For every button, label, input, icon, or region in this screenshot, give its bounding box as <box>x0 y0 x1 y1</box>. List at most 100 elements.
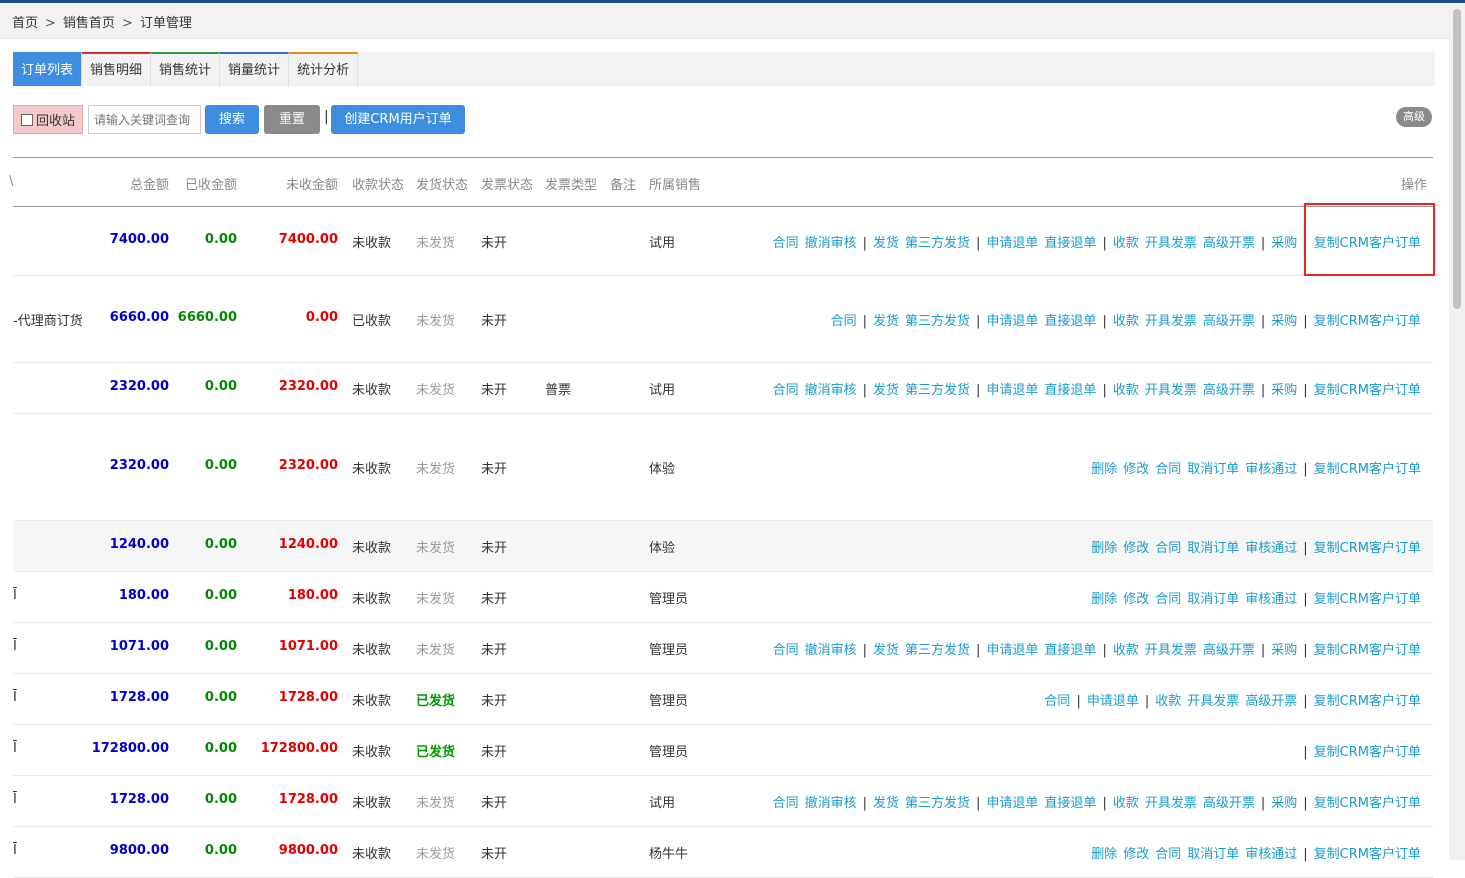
copy-crm-order-link[interactable]: 复制CRM客户订单 <box>1314 462 1421 477</box>
direct-refund-link[interactable]: 直接退单 <box>1044 236 1096 251</box>
ship-status-cell: 已发货 <box>416 694 456 709</box>
advanced-invoice-link[interactable]: 高级开票 <box>1203 643 1255 658</box>
create-crm-order-button[interactable]: 创建CRM用户订单 <box>331 105 465 134</box>
revoke-review-link[interactable]: 撤消审核 <box>805 643 857 658</box>
contract-link[interactable]: 合同 <box>773 236 799 251</box>
recycle-bin-toggle[interactable]: 回收站 <box>13 105 83 134</box>
advanced-invoice-link[interactable]: 高级开票 <box>1203 796 1255 811</box>
request-refund-link[interactable]: 申请退单 <box>986 383 1038 398</box>
copy-crm-order-link[interactable]: 复制CRM客户订单 <box>1314 643 1421 658</box>
advanced-invoice-link[interactable]: 高级开票 <box>1203 314 1255 329</box>
third-party-ship-link[interactable]: 第三方发货 <box>905 796 970 811</box>
approve-link[interactable]: 审核通过 <box>1245 541 1297 556</box>
delete-link[interactable]: 删除 <box>1091 462 1117 477</box>
third-party-ship-link[interactable]: 第三方发货 <box>905 314 970 329</box>
advanced-invoice-link[interactable]: 高级开票 <box>1203 236 1255 251</box>
purchase-link[interactable]: 采购 <box>1271 643 1297 658</box>
tab-sales-stats[interactable]: 销售统计 <box>151 52 221 86</box>
issue-invoice-link[interactable]: 开具发票 <box>1145 643 1197 658</box>
advanced-search-button[interactable]: 高级 <box>1396 107 1432 127</box>
ship-status-cell: 未发货 <box>416 796 456 811</box>
recycle-checkbox[interactable] <box>20 113 33 126</box>
collect-link[interactable]: 收款 <box>1113 796 1139 811</box>
copy-crm-order-link[interactable]: 复制CRM客户订单 <box>1314 592 1421 607</box>
ship-link[interactable]: 发货 <box>873 643 899 658</box>
approve-link[interactable]: 审核通过 <box>1245 462 1297 477</box>
copy-crm-order-link[interactable]: 复制CRM客户订单 <box>1314 314 1421 329</box>
third-party-ship-link[interactable]: 第三方发货 <box>905 643 970 658</box>
direct-refund-link[interactable]: 直接退单 <box>1044 643 1096 658</box>
reset-button[interactable]: 重置 <box>264 105 320 134</box>
breadcrumb-sales-home[interactable]: 销售首页 <box>63 16 115 31</box>
cancel-order-link[interactable]: 取消订单 <box>1187 592 1239 607</box>
request-refund-link[interactable]: 申请退单 <box>986 236 1038 251</box>
purchase-link[interactable]: 采购 <box>1271 796 1297 811</box>
search-button[interactable]: 搜索 <box>205 105 259 134</box>
collect-link[interactable]: 收款 <box>1113 383 1139 398</box>
request-refund-link[interactable]: 申请退单 <box>986 796 1038 811</box>
collect-link[interactable]: 收款 <box>1113 314 1139 329</box>
direct-refund-link[interactable]: 直接退单 <box>1044 796 1096 811</box>
issue-invoice-link[interactable]: 开具发票 <box>1145 314 1197 329</box>
issue-invoice-link[interactable]: 开具发票 <box>1145 383 1197 398</box>
purchase-link[interactable]: 采购 <box>1271 383 1297 398</box>
cancel-order-link[interactable]: 取消订单 <box>1187 541 1239 556</box>
ship-link[interactable]: 发货 <box>873 236 899 251</box>
request-refund-link[interactable]: 申请退单 <box>1087 694 1139 709</box>
contract-link[interactable]: 合同 <box>773 643 799 658</box>
ship-link[interactable]: 发货 <box>873 796 899 811</box>
issue-invoice-link[interactable]: 开具发票 <box>1187 694 1239 709</box>
copy-crm-order-link[interactable]: 复制CRM客户订单 <box>1314 541 1421 556</box>
collect-link[interactable]: 收款 <box>1155 694 1181 709</box>
vertical-scrollbar[interactable] <box>1449 3 1465 860</box>
name-cell: -代理商订货 <box>13 314 83 329</box>
delete-link[interactable]: 删除 <box>1091 592 1117 607</box>
edit-link[interactable]: 修改 <box>1123 541 1149 556</box>
issue-invoice-link[interactable]: 开具发票 <box>1145 796 1197 811</box>
edit-link[interactable]: 修改 <box>1123 462 1149 477</box>
request-refund-link[interactable]: 申请退单 <box>986 643 1038 658</box>
contract-link[interactable]: 合同 <box>831 314 857 329</box>
cancel-order-link[interactable]: 取消订单 <box>1187 462 1239 477</box>
revoke-review-link[interactable]: 撤消审核 <box>805 796 857 811</box>
direct-refund-link[interactable]: 直接退单 <box>1044 314 1096 329</box>
row-actions: 删除 修改 合同 取消订单 审核通过 | 复制CRM客户订单 <box>1085 537 1421 556</box>
direct-refund-link[interactable]: 直接退单 <box>1044 383 1096 398</box>
tab-sales-detail[interactable]: 销售明细 <box>82 52 152 86</box>
issue-invoice-link[interactable]: 开具发票 <box>1145 236 1197 251</box>
third-party-ship-link[interactable]: 第三方发货 <box>905 236 970 251</box>
purchase-link[interactable]: 采购 <box>1271 314 1297 329</box>
tab-analysis[interactable]: 统计分析 <box>289 52 359 86</box>
sales-cell: 杨牛牛 <box>649 847 689 862</box>
copy-crm-order-link[interactable]: 复制CRM客户订单 <box>1314 796 1421 811</box>
advanced-invoice-link[interactable]: 高级开票 <box>1203 383 1255 398</box>
request-refund-link[interactable]: 申请退单 <box>986 314 1038 329</box>
ship-link[interactable]: 发货 <box>873 383 899 398</box>
collect-link[interactable]: 收款 <box>1113 643 1139 658</box>
tab-volume-stats[interactable]: 销量统计 <box>220 52 290 86</box>
revoke-review-link[interactable]: 撤消审核 <box>805 383 857 398</box>
pay-status-cell: 未收款 <box>352 383 392 398</box>
ship-link[interactable]: 发货 <box>873 314 899 329</box>
purchase-link[interactable]: 采购 <box>1271 236 1297 251</box>
copy-crm-order-link[interactable]: 复制CRM客户订单 <box>1314 745 1421 760</box>
advanced-invoice-link[interactable]: 高级开票 <box>1245 694 1297 709</box>
edit-link[interactable]: 修改 <box>1123 592 1149 607</box>
search-input[interactable] <box>88 105 201 134</box>
contract-link[interactable]: 合同 <box>1044 694 1070 709</box>
approve-link[interactable]: 审核通过 <box>1245 592 1297 607</box>
contract-link[interactable]: 合同 <box>1155 592 1181 607</box>
scrollbar-thumb[interactable] <box>1453 9 1461 309</box>
third-party-ship-link[interactable]: 第三方发货 <box>905 383 970 398</box>
delete-link[interactable]: 删除 <box>1091 541 1117 556</box>
tab-order-list[interactable]: 订单列表 <box>13 52 83 86</box>
breadcrumb-home[interactable]: 首页 <box>12 16 38 31</box>
contract-link[interactable]: 合同 <box>1155 541 1181 556</box>
contract-link[interactable]: 合同 <box>773 383 799 398</box>
contract-link[interactable]: 合同 <box>773 796 799 811</box>
collect-link[interactable]: 收款 <box>1113 236 1139 251</box>
copy-crm-order-link[interactable]: 复制CRM客户订单 <box>1314 694 1421 709</box>
contract-link[interactable]: 合同 <box>1155 462 1181 477</box>
revoke-review-link[interactable]: 撤消审核 <box>805 236 857 251</box>
copy-crm-order-link[interactable]: 复制CRM客户订单 <box>1314 383 1421 398</box>
